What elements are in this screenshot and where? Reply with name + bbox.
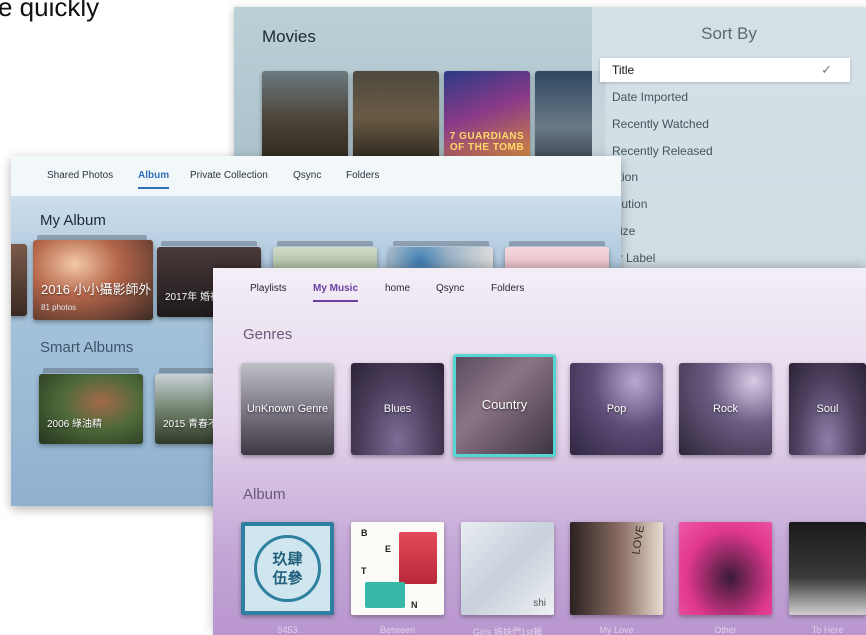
photos-tab-bar: Shared Photos Album Private Collection Q… — [11, 156, 621, 196]
poster-title-text: 7 GUARDIANS OF THE TOMB — [449, 131, 525, 153]
movie-poster[interactable]: 7 GUARDIANS OF THE TOMB — [444, 71, 530, 163]
sort-option-duration[interactable]: ation — [600, 165, 850, 189]
sort-option-color-label[interactable]: or Label — [600, 246, 850, 270]
album-stack-shadow — [509, 241, 605, 246]
album-art-letter: N — [411, 600, 418, 610]
tab-my-music[interactable]: My Music — [313, 283, 359, 302]
genre-tile[interactable]: Soul — [789, 363, 866, 455]
album-title: Between — [379, 625, 416, 635]
smart-album-name: 2015 青春不 — [163, 419, 219, 430]
genre-label: Pop — [606, 403, 627, 415]
checkmark-icon: ✓ — [821, 62, 832, 77]
album-stack-shadow — [277, 241, 373, 246]
tab-folders[interactable]: Folders — [491, 283, 524, 294]
album-art-text: 伍參 — [272, 569, 303, 587]
movie-poster[interactable] — [262, 71, 348, 163]
genres-heading: Genres — [243, 326, 293, 343]
movies-title: Movies — [262, 27, 316, 46]
album-title: Other — [714, 625, 737, 635]
album-title: 9453 — [277, 625, 298, 635]
smart-albums-heading: Smart Albums — [40, 339, 134, 356]
genre-label: Rock — [712, 403, 739, 415]
album-title: My Love — [599, 625, 634, 635]
album-art-text: shi — [533, 598, 546, 609]
tab-playlists[interactable]: Playlists — [250, 283, 287, 294]
album-art-figure — [399, 532, 437, 584]
album-art-letter: B — [361, 528, 368, 538]
music-panel: Playlists My Music home Qsync Folders Ge… — [213, 268, 866, 635]
genre-tile[interactable]: UnKnown Genre — [241, 363, 334, 455]
tab-qsync[interactable]: Qsync — [293, 170, 321, 181]
album-cover[interactable]: B T E N — [351, 522, 444, 615]
tab-private-collection[interactable]: Private Collection — [190, 170, 268, 181]
music-tab-bar: Playlists My Music home Qsync Folders — [213, 268, 866, 308]
album-name: 2016 小小攝影師外 — [41, 282, 152, 297]
sort-option-size[interactable]: Size — [600, 219, 850, 243]
genre-tile[interactable]: Rock — [679, 363, 772, 455]
tab-qsync[interactable]: Qsync — [436, 283, 464, 294]
album-thumb-focused[interactable]: 2016 小小攝影師外 81 photos — [33, 240, 153, 320]
sort-option-recently-watched[interactable]: Recently Watched — [600, 112, 850, 136]
movie-poster[interactable] — [353, 71, 439, 163]
genre-tile[interactable]: Pop — [570, 363, 663, 455]
my-album-heading: My Album — [40, 212, 106, 229]
album-heading: Album — [243, 486, 286, 503]
album-art-text: 玖肆 — [272, 550, 303, 568]
album-thumb[interactable] — [11, 244, 27, 316]
genre-label: Soul — [816, 403, 839, 415]
album-art-seal: 玖肆 伍參 — [254, 535, 321, 602]
album-title: Girls 姊妹們1st輯 — [472, 627, 542, 635]
tab-folders[interactable]: Folders — [346, 170, 379, 181]
album-cover[interactable] — [789, 522, 866, 615]
sort-option-date-imported[interactable]: Date Imported — [600, 85, 850, 109]
genre-label: Country — [481, 397, 528, 412]
genre-tile[interactable]: Blues — [351, 363, 444, 455]
smart-album-name: 2006 綠油精 — [47, 419, 103, 430]
sort-option-title[interactable]: Title ✓ — [600, 58, 850, 82]
sort-option-label: Title — [612, 63, 635, 77]
album-name: 2017年 婚禮 — [165, 292, 221, 303]
sort-option-resolution[interactable]: olution — [600, 192, 850, 216]
album-cover[interactable]: LOVE — [570, 522, 663, 615]
genre-label: Blues — [383, 403, 412, 415]
album-art-letter: E — [385, 544, 392, 554]
album-art-block — [365, 582, 405, 608]
album-photo-count: 81 photos — [41, 303, 77, 312]
sort-by-heading: Sort By — [701, 24, 757, 43]
sort-by-panel: Sort By Title ✓ Date Imported Recently W… — [592, 7, 866, 277]
album-title: To Here — [811, 625, 844, 635]
genre-tile-focused[interactable]: Country — [453, 354, 556, 457]
album-cover[interactable]: shi — [461, 522, 554, 615]
tab-home[interactable]: home — [385, 283, 410, 294]
album-stack-shadow — [43, 368, 139, 373]
genre-label: UnKnown Genre — [246, 403, 329, 415]
album-stack-shadow — [393, 241, 489, 246]
album-stack-shadow — [161, 241, 257, 246]
album-cover[interactable] — [679, 522, 772, 615]
album-cover[interactable]: 玖肆 伍參 — [241, 522, 334, 615]
album-art-text: LOVE — [629, 524, 647, 556]
tab-album[interactable]: Album — [138, 170, 170, 189]
caption-text: e quickly — [0, 0, 100, 22]
album-art-letter: T — [361, 566, 367, 576]
tab-shared-photos[interactable]: Shared Photos — [47, 170, 113, 181]
smart-album-thumb[interactable]: 2006 綠油精 — [39, 374, 143, 444]
sort-option-recently-released[interactable]: Recently Released — [600, 139, 850, 163]
